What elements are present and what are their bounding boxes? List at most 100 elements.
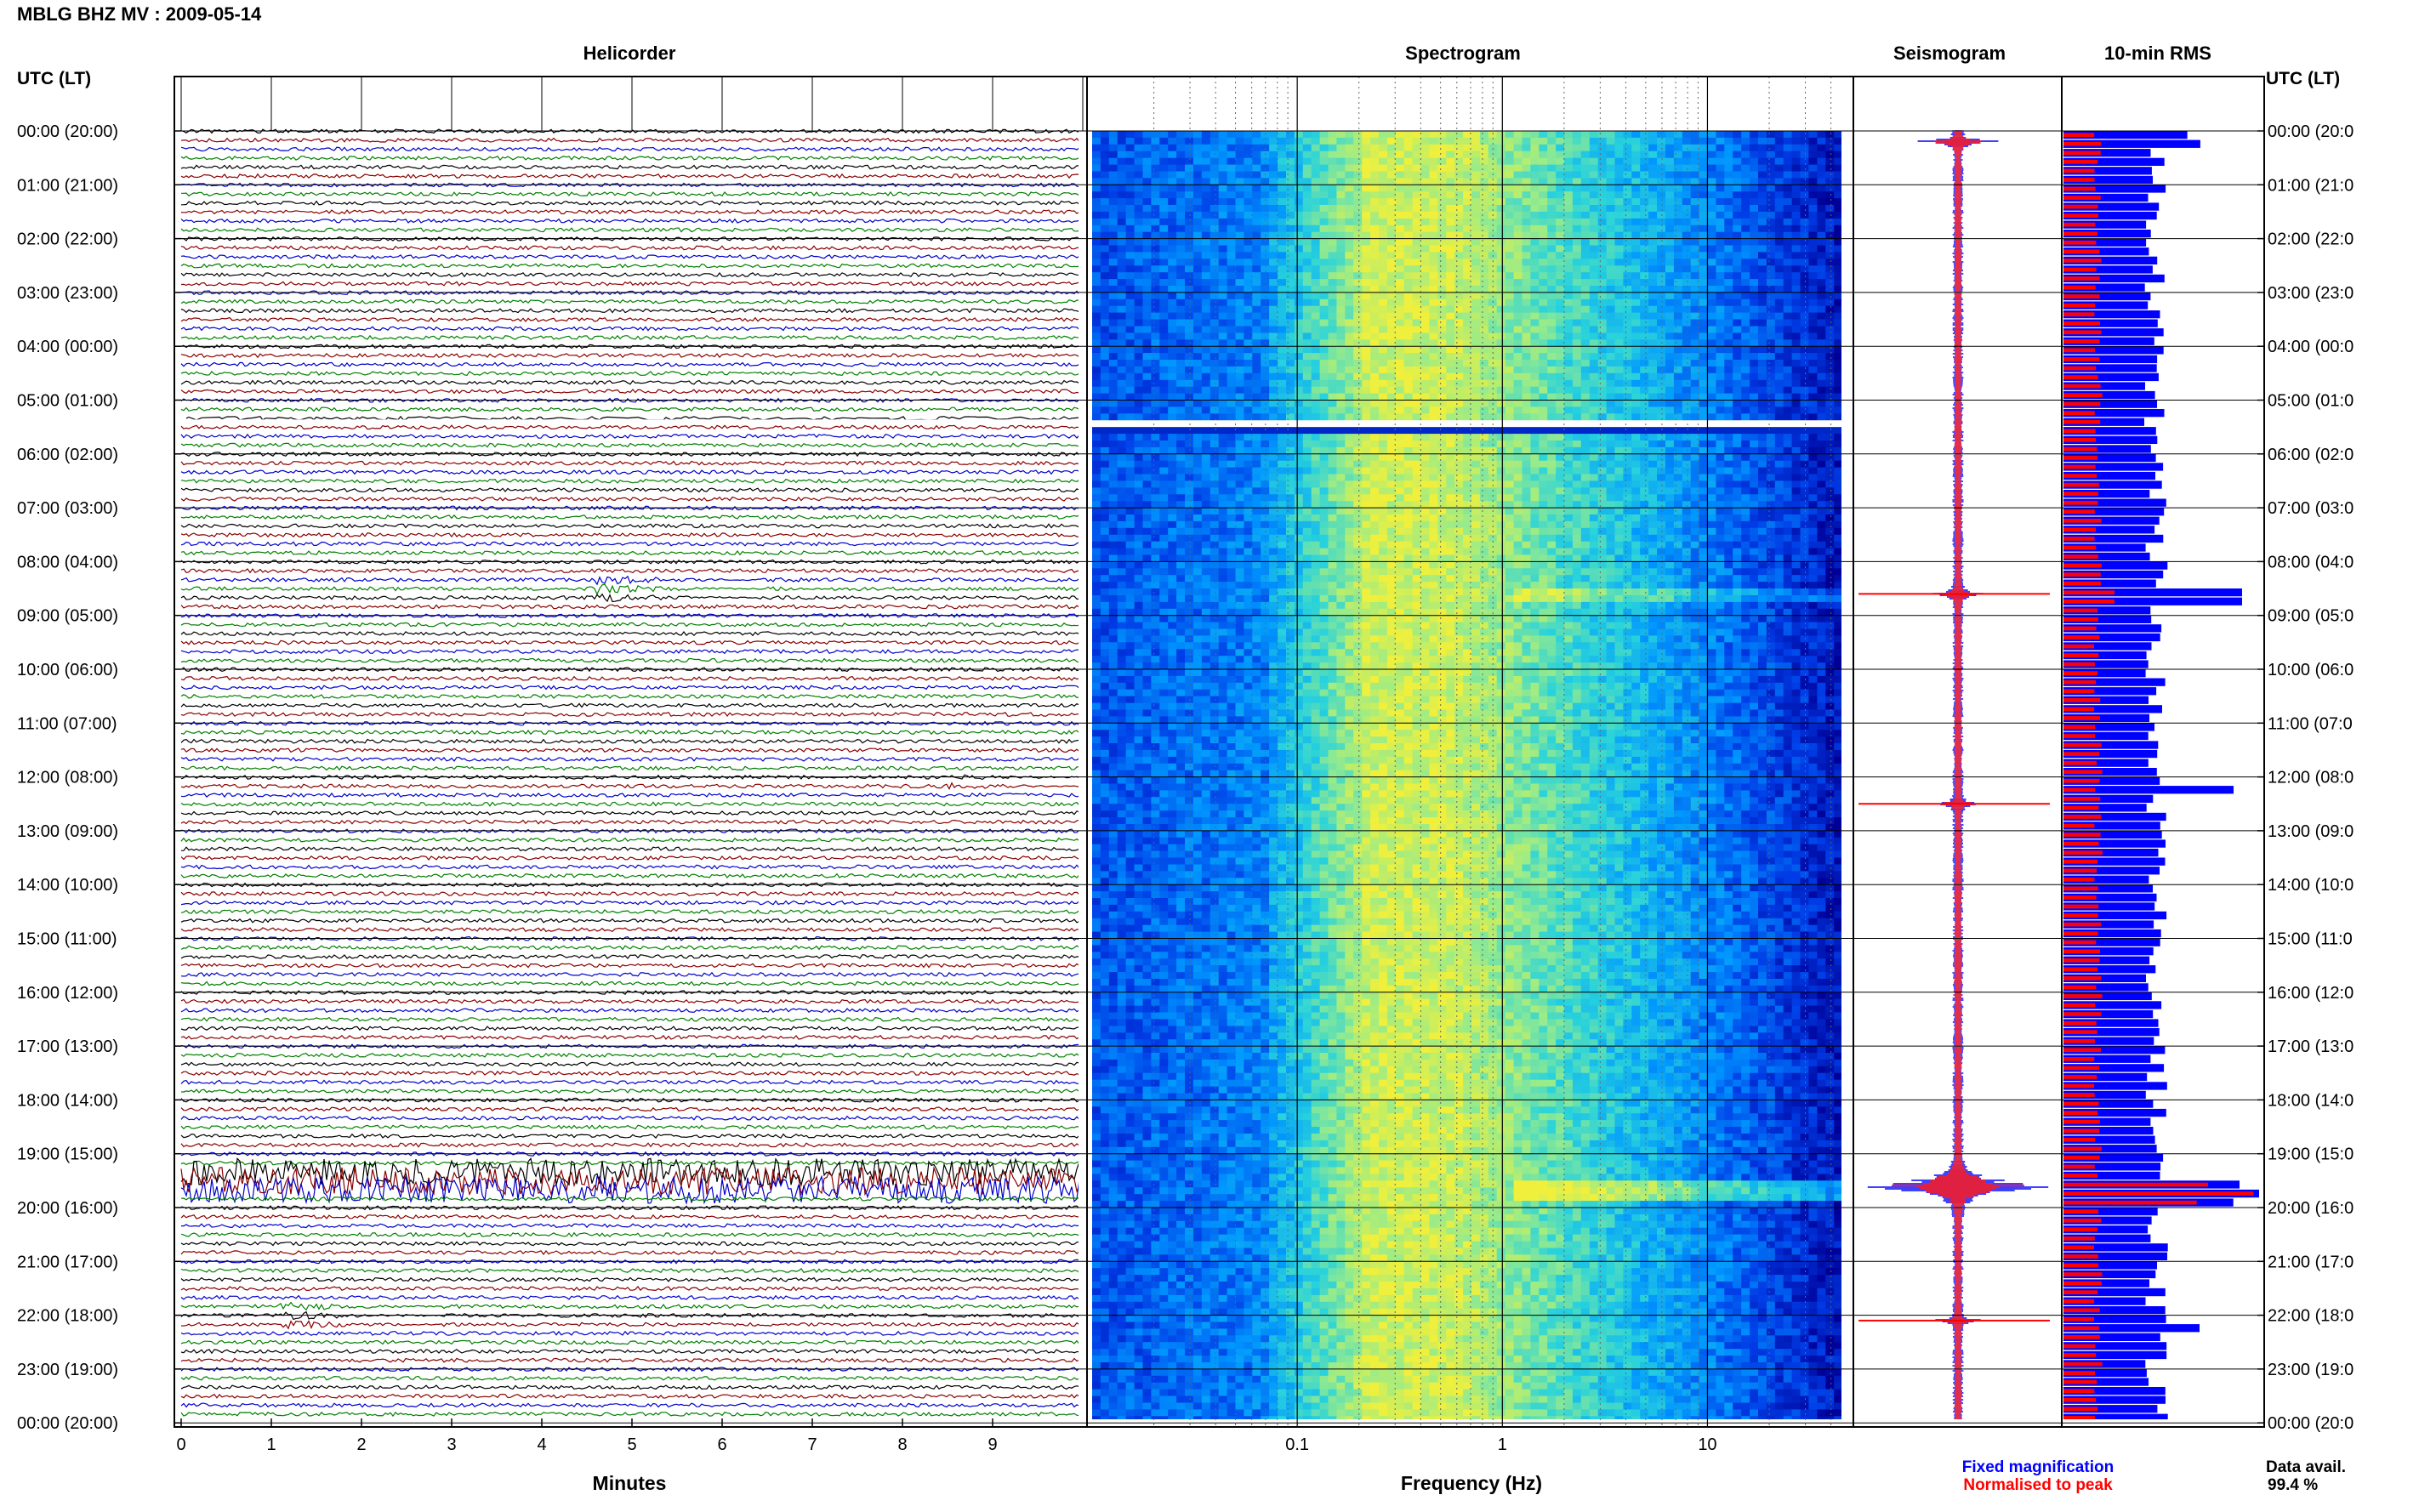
spectrogram-cell: [1589, 360, 1599, 367]
spectrogram-cell: [1716, 326, 1725, 333]
spectrogram-cell: [1741, 218, 1750, 226]
spectrogram-cell: [1783, 185, 1793, 192]
spectrogram-cell: [1454, 393, 1464, 401]
spectrogram-cell: [1218, 144, 1228, 152]
spectrogram-cell: [1437, 157, 1447, 166]
spectrogram-cell: [1522, 137, 1531, 145]
spectrogram-cell: [1774, 453, 1784, 462]
spectrogram-cell: [1580, 265, 1591, 273]
spectrogram-cell: [1395, 205, 1405, 213]
spectrogram-cell: [1597, 346, 1608, 354]
spectrogram-cell: [1210, 453, 1220, 462]
spectrogram-cell: [1370, 265, 1380, 273]
spectrogram-cell: [1319, 480, 1329, 488]
spectrogram-cell: [1631, 252, 1641, 259]
spectrogram-cell: [1210, 292, 1220, 300]
spectrogram-cell: [1657, 191, 1666, 199]
spectrogram-cell: [1657, 446, 1666, 455]
spectrogram-cell: [1134, 400, 1144, 407]
spectrogram-cell: [1522, 312, 1531, 321]
spectrogram-cell: [1395, 272, 1405, 280]
spectrogram-cell: [1168, 157, 1177, 166]
spectrogram-cell: [1100, 339, 1110, 347]
spectrogram-cell: [1750, 333, 1759, 340]
spectrogram-cell: [1589, 312, 1599, 321]
spectrogram-cell: [1665, 252, 1675, 259]
spectrogram-cell: [1210, 178, 1220, 185]
spectrogram-cell: [1597, 131, 1608, 139]
spectrogram-cell: [1319, 366, 1329, 374]
spectrogram-cell: [1252, 346, 1261, 354]
spectrogram-cell: [1370, 144, 1380, 152]
spectrogram-cell: [1244, 279, 1253, 287]
spectrogram-cell: [1379, 446, 1388, 455]
spectrogram-cell: [1319, 346, 1329, 354]
spectrogram-cell: [1244, 131, 1253, 139]
spectrogram-cell: [1572, 446, 1582, 455]
spectrogram-cell: [1665, 360, 1675, 367]
rms-title: 10-min RMS: [2104, 43, 2211, 64]
spectrogram-cell: [1496, 191, 1506, 199]
spectrogram-cell: [1716, 218, 1725, 226]
spectrogram-cell: [1825, 400, 1835, 407]
spectrogram-cell: [1589, 326, 1599, 333]
spectrogram-cell: [1716, 225, 1725, 233]
spectrogram-cell: [1471, 171, 1481, 179]
spectrogram-cell: [1463, 205, 1472, 213]
spectrogram-cell: [1151, 487, 1160, 495]
spectrogram-cell: [1319, 501, 1329, 509]
spectrogram-cell: [1125, 279, 1136, 287]
spectrogram-cell: [1572, 326, 1582, 333]
spectrogram-cell: [1235, 171, 1244, 179]
spectrogram-cell: [1682, 453, 1692, 462]
spectrogram-cell: [1496, 245, 1506, 253]
spectrogram-cell: [1648, 131, 1658, 139]
spectrogram-cell: [1623, 151, 1632, 159]
spectrogram-cell: [1218, 453, 1228, 462]
spectrogram-cell: [1353, 259, 1363, 266]
helicorder-trace-line: [180, 326, 1079, 332]
spectrogram-cell: [1631, 171, 1641, 179]
spectrogram-cell: [1597, 326, 1608, 333]
spectrogram-cell: [1311, 501, 1321, 509]
spectrogram-cell: [1589, 171, 1599, 179]
spectrogram-cell: [1564, 372, 1574, 381]
spectrogram-cell: [1286, 360, 1295, 367]
spectrogram-cell: [1825, 211, 1835, 219]
spectrogram-cell: [1454, 480, 1464, 488]
spectrogram-cell: [1176, 144, 1186, 152]
spectrogram-cell: [1716, 171, 1725, 179]
spectrogram-cell: [1724, 292, 1733, 300]
spectrogram-cell: [1522, 225, 1531, 233]
spectrogram-cell: [1108, 191, 1118, 199]
spectrogram-cell: [1429, 245, 1438, 253]
spectrogram-cell: [1825, 446, 1835, 455]
spectrogram-cell: [1454, 157, 1464, 166]
spectrogram-cell: [1311, 231, 1321, 240]
spectrogram-cell: [1269, 144, 1278, 152]
spectrogram-cell: [1572, 279, 1582, 287]
spectrogram-cell: [1673, 346, 1683, 354]
spectrogram-cell: [1395, 218, 1405, 226]
spectrogram-cell: [1817, 319, 1826, 327]
spectrogram-cell: [1261, 312, 1270, 321]
spectrogram-cell: [1682, 326, 1692, 333]
spectrogram-cell: [1395, 259, 1405, 266]
spectrogram-cell: [1766, 474, 1776, 481]
spectrogram-cell: [1733, 326, 1742, 333]
spectrogram-cell: [1454, 434, 1464, 441]
spectrogram-cell: [1437, 218, 1447, 226]
spectrogram-cell: [1539, 272, 1548, 280]
spectrogram-cell: [1328, 137, 1337, 145]
spectrogram-cell: [1454, 494, 1464, 502]
spectrogram-cell: [1125, 164, 1136, 173]
spectrogram-cell: [1834, 198, 1841, 206]
spectrogram-cell: [1825, 131, 1835, 139]
spectrogram-cell: [1370, 460, 1380, 469]
spectrogram-cell: [1302, 453, 1312, 462]
spectrogram-cell: [1657, 164, 1666, 173]
spectrogram-cell: [1294, 252, 1304, 259]
spectrogram-cell: [1479, 144, 1489, 152]
spectrogram-cell: [1201, 185, 1211, 192]
spectrogram-cell: [1597, 225, 1608, 233]
